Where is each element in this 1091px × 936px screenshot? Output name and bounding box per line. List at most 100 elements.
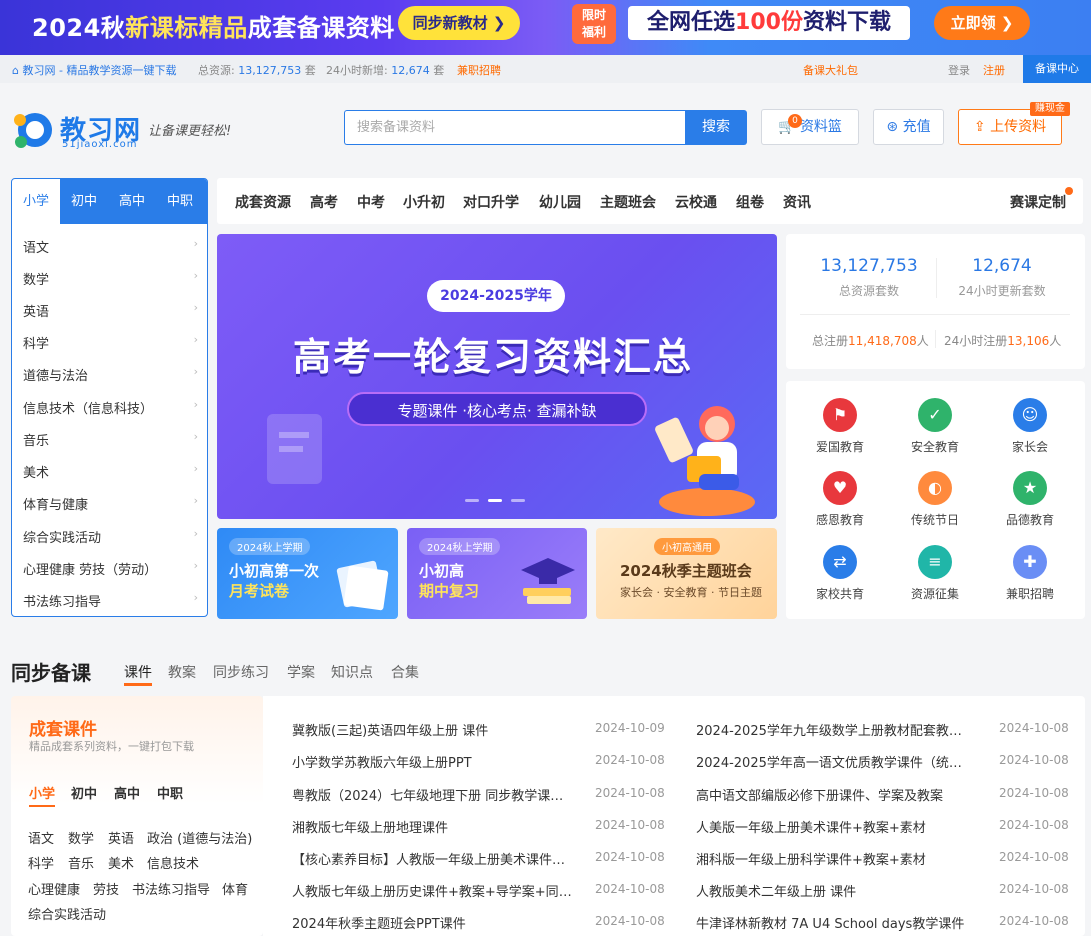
subject-link[interactable]: 体育 bbox=[222, 879, 248, 898]
claim-now-button[interactable]: 立即领 ❯ bbox=[934, 6, 1030, 40]
subject-link[interactable]: 科学 bbox=[28, 853, 54, 872]
subject-link[interactable]: 数学 bbox=[68, 828, 94, 847]
search-input[interactable]: 搜索备课资料 bbox=[344, 110, 686, 145]
nav-item[interactable]: 高考 bbox=[310, 192, 338, 212]
nav-item[interactable]: 幼儿园 bbox=[539, 192, 581, 212]
subject-item[interactable]: 音乐 › bbox=[23, 430, 198, 449]
list-item[interactable]: 牛津译林新教材 7A U4 School days教学课件 bbox=[696, 913, 974, 932]
promo-theme-meeting[interactable]: 小初高通用 2024秋季主题班会 家长会 · 安全教育 · 节日主题 bbox=[596, 528, 777, 619]
subject-item[interactable]: 心理健康 劳技（劳动） › bbox=[23, 559, 198, 578]
section-tab-study-plan[interactable]: 学案 bbox=[287, 662, 315, 682]
theme-resource-call[interactable]: ≡ 资源征集 bbox=[895, 545, 975, 602]
subject-item[interactable]: 美术 › bbox=[23, 462, 198, 481]
set-tab-primary[interactable]: 小学 bbox=[29, 783, 56, 807]
subject-link[interactable]: 信息技术 bbox=[147, 853, 199, 872]
subject-link[interactable]: 音乐 bbox=[68, 853, 94, 872]
daily-new: 24小时新增: 12,674 套 bbox=[326, 64, 445, 77]
list-item[interactable]: 2024-2025学年高一语文优质教学课件（统编版… bbox=[696, 752, 974, 771]
list-item[interactable]: 高中语文部编版必修下册课件、学案及教案 bbox=[696, 785, 974, 804]
section-tab-exercise[interactable]: 同步练习 bbox=[213, 662, 269, 682]
nav-item[interactable]: 资讯 bbox=[783, 192, 811, 212]
subject-item[interactable]: 数学 › bbox=[23, 269, 198, 288]
subject-item[interactable]: 信息技术（信息科技） › bbox=[23, 398, 198, 417]
subject-link[interactable]: 心理健康 bbox=[28, 879, 80, 898]
login-link[interactable]: 登录 bbox=[948, 62, 970, 78]
nav-item-custom[interactable]: 赛课定制 bbox=[1010, 192, 1066, 212]
nav-item[interactable]: 成套资源 bbox=[235, 192, 291, 212]
jobs-link[interactable]: 兼职招聘 bbox=[457, 62, 501, 78]
hero-carousel[interactable]: 2024-2025学年 高考一轮复习资料汇总 专题课件 ·核心考点· 查漏补缺 bbox=[217, 234, 777, 519]
set-tab-vocational[interactable]: 中职 bbox=[157, 783, 183, 802]
student-illustration bbox=[655, 406, 755, 516]
theme-safety[interactable]: ✓ 安全教育 bbox=[895, 398, 975, 455]
basket-button[interactable]: 🛒 资料篮 bbox=[761, 109, 859, 145]
top-ad-banner[interactable]: 2024秋新课标精品成套备课资料 同步新教材 ❯ 限时 福利 全网任选100份资… bbox=[0, 0, 1091, 55]
nav-item[interactable]: 中考 bbox=[357, 192, 385, 212]
subject-item[interactable]: 语文 › bbox=[23, 237, 198, 256]
chevron-right-icon: › bbox=[193, 462, 198, 475]
nav-item[interactable]: 对口升学 bbox=[463, 192, 519, 212]
theme-jobs[interactable]: ✚ 兼职招聘 bbox=[990, 545, 1070, 602]
section-tab-lesson-plan[interactable]: 教案 bbox=[168, 662, 196, 682]
logo-icon[interactable] bbox=[11, 108, 55, 152]
tab-junior[interactable]: 初中 bbox=[60, 179, 108, 224]
tab-senior[interactable]: 高中 bbox=[108, 179, 156, 224]
list-item[interactable]: 2024-2025学年九年级数学上册教材配套教学课… bbox=[696, 720, 974, 739]
list-item[interactable]: 湘科版一年级上册科学课件+教案+素材 bbox=[696, 849, 974, 868]
subject-item[interactable]: 英语 › bbox=[23, 301, 198, 320]
theme-festivals[interactable]: ◐ 传统节日 bbox=[895, 471, 975, 528]
list-item[interactable]: 人教版七年级上册历史课件+教案+导学案+同步… bbox=[292, 881, 574, 900]
search-button[interactable]: 搜索 bbox=[685, 110, 747, 145]
list-item[interactable]: 粤教版（2024）七年级地理下册 同步教学课件+… bbox=[292, 785, 574, 804]
list-item[interactable]: 【核心素养目标】人教版一年级上册美术课件+… bbox=[292, 849, 574, 868]
subject-link[interactable]: 书法练习指导 bbox=[132, 879, 210, 898]
set-tab-senior[interactable]: 高中 bbox=[114, 783, 140, 802]
register-link[interactable]: 注册 bbox=[983, 62, 1005, 78]
subject-link[interactable]: 政治 (道德与法治) bbox=[147, 828, 252, 847]
carousel-dot[interactable] bbox=[511, 499, 525, 502]
prep-center-button[interactable]: 备课中心 bbox=[1023, 55, 1091, 83]
promo-monthly-exam[interactable]: 2024秋上学期 小初高第一次 月考试卷 bbox=[217, 528, 398, 619]
subject-link[interactable]: 劳技 bbox=[93, 879, 119, 898]
list-item[interactable]: 人美版一年级上册美术课件+教案+素材 bbox=[696, 817, 974, 836]
nav-item[interactable]: 主题班会 bbox=[600, 192, 656, 212]
recharge-button[interactable]: ⊛ 充值 bbox=[873, 109, 944, 145]
subject-link[interactable]: 语文 bbox=[28, 828, 54, 847]
theme-gratitude[interactable]: ♥ 感恩教育 bbox=[800, 471, 880, 528]
theme-patriotic[interactable]: ⚑ 爱国教育 bbox=[800, 398, 880, 455]
set-tab-junior[interactable]: 初中 bbox=[71, 783, 97, 802]
section-tab-courseware[interactable]: 课件 bbox=[124, 662, 152, 686]
section-tab-collection[interactable]: 合集 bbox=[391, 662, 419, 682]
subject-item[interactable]: 综合实践活动 › bbox=[23, 527, 198, 546]
subject-item[interactable]: 体育与健康 › bbox=[23, 494, 198, 513]
promo-midterm[interactable]: 2024秋上学期 小初高 期中复习 bbox=[407, 528, 587, 619]
tab-vocational[interactable]: 中职 bbox=[156, 179, 204, 224]
list-item[interactable]: 人教版美术二年级上册 课件 bbox=[696, 881, 974, 900]
theme-morality[interactable]: ★ 品德教育 bbox=[990, 471, 1070, 528]
list-item[interactable]: 湘教版七年级上册地理课件 bbox=[292, 817, 574, 836]
carousel-dot[interactable] bbox=[465, 499, 479, 502]
subject-item[interactable]: 科学 › bbox=[23, 333, 198, 352]
subject-link[interactable]: 美术 bbox=[108, 853, 134, 872]
theme-home-school[interactable]: ⇄ 家校共育 bbox=[800, 545, 880, 602]
sync-textbook-button[interactable]: 同步新教材 ❯ bbox=[398, 6, 520, 40]
banner-title: 2024秋新课标精品成套备课资料 bbox=[32, 14, 395, 42]
nav-item[interactable]: 组卷 bbox=[736, 192, 764, 212]
subject-item[interactable]: 道德与法治 › bbox=[23, 365, 198, 384]
nav-item[interactable]: 小升初 bbox=[403, 192, 445, 212]
subject-link[interactable]: 综合实践活动 bbox=[28, 904, 106, 923]
subject-link[interactable]: 英语 bbox=[108, 828, 134, 847]
list-item[interactable]: 2024年秋季主题班会PPT课件 bbox=[292, 913, 574, 932]
subject-item[interactable]: 书法练习指导 › bbox=[23, 591, 198, 610]
gift-pack-link[interactable]: 备课大礼包 bbox=[803, 62, 858, 78]
carousel-dot-active[interactable] bbox=[488, 499, 502, 502]
nav-item[interactable]: 云校通 bbox=[675, 192, 717, 212]
theme-parent-meeting[interactable]: ☺ 家长会 bbox=[990, 398, 1070, 455]
home-link[interactable]: ⌂ 教习网 - 精品教学资源一键下载 bbox=[12, 62, 176, 78]
section-tab-knowledge[interactable]: 知识点 bbox=[331, 662, 373, 682]
list-item[interactable]: 冀教版(三起)英语四年级上册 课件 bbox=[292, 720, 574, 739]
banner-offer-text: 全网任选100份资料下载 bbox=[628, 6, 910, 40]
logo-domain: 51jiaoxi.com bbox=[62, 139, 138, 150]
list-item[interactable]: 小学数学苏教版六年级上册PPT bbox=[292, 752, 574, 771]
tab-primary[interactable]: 小学 bbox=[12, 179, 60, 224]
